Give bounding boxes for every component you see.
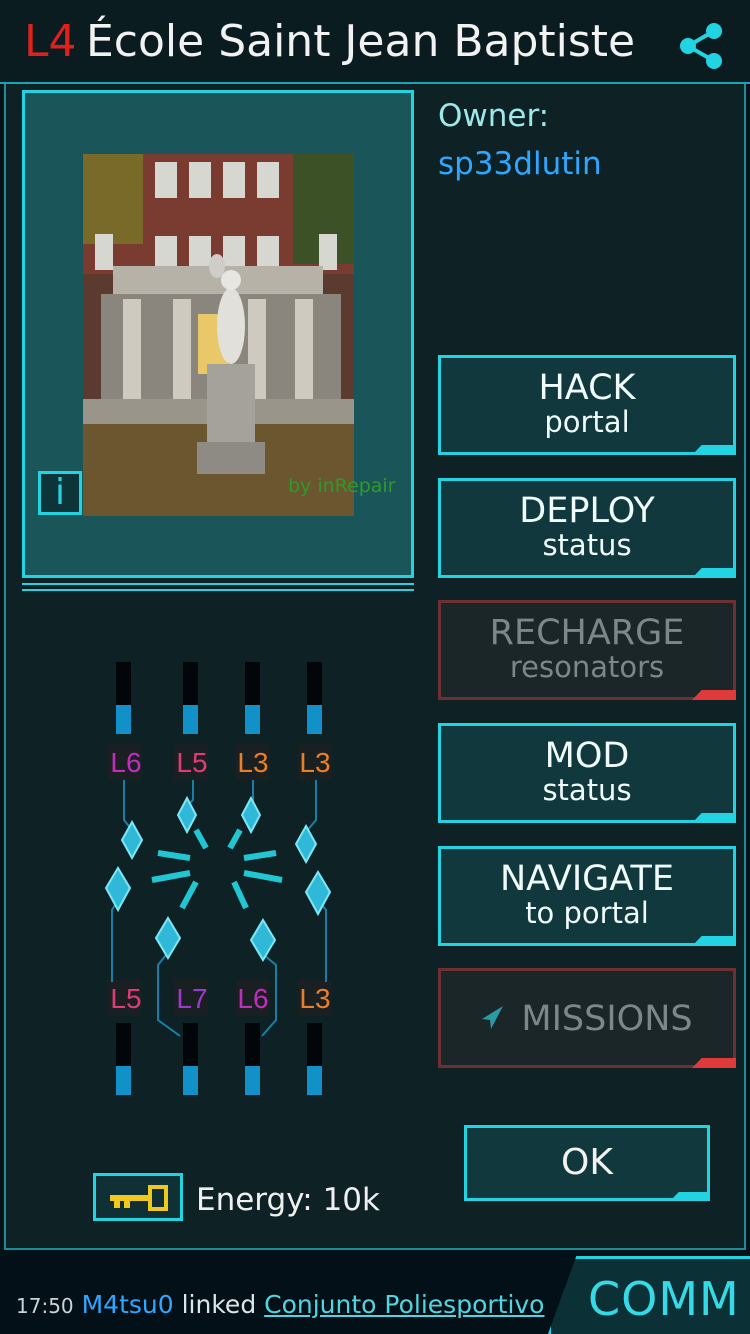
portal-info-button[interactable]: i <box>38 471 82 515</box>
portal-title: École Saint Jean Baptiste <box>86 16 636 67</box>
resonator-bar <box>116 1023 131 1095</box>
comm-place[interactable]: Conjunto Poliesportivo <box>264 1290 544 1319</box>
resonator-level-bottom-3: L6 <box>237 983 268 1014</box>
button-corner-accent <box>692 568 736 578</box>
recharge-resonators-button[interactable]: RECHARGE resonators <box>438 600 736 700</box>
resonator-level-top-3: L3 <box>237 747 268 778</box>
owner-name[interactable]: sp33dlutin <box>438 146 602 182</box>
resonator-bar <box>183 1023 198 1095</box>
resonator-bar <box>183 662 198 734</box>
portal-key-button[interactable] <box>93 1173 183 1221</box>
comm-time: 17:50 <box>16 1294 74 1318</box>
panel-divider <box>22 583 414 585</box>
ok-button[interactable]: OK <box>464 1125 710 1201</box>
owner-label: Owner: <box>438 98 550 134</box>
resonator-level-top-2: L5 <box>176 747 207 778</box>
share-icon[interactable] <box>676 20 728 72</box>
hack-label: HACK <box>538 368 636 408</box>
missions-button[interactable]: MISSIONS <box>438 968 736 1068</box>
resonator-level-bottom-1: L5 <box>110 983 141 1014</box>
resonator-level-top-4: L3 <box>299 747 330 778</box>
resonator-level-bottom-2: L7 <box>176 983 207 1014</box>
deploy-sublabel: status <box>542 528 632 562</box>
resonator-bar <box>307 1023 322 1095</box>
portal-level: L4 <box>24 16 77 67</box>
deploy-label: DEPLOY <box>519 491 655 531</box>
mod-sublabel: status <box>542 773 632 807</box>
resonator-bar <box>116 662 131 734</box>
missions-label: MISSIONS <box>521 999 693 1039</box>
portal-energy: Energy: 10k <box>196 1182 380 1218</box>
deploy-status-button[interactable]: DEPLOY status <box>438 478 736 578</box>
button-corner-accent <box>692 813 736 823</box>
resonator-level-top-1: L6 <box>110 747 141 778</box>
mod-status-button[interactable]: MOD status <box>438 723 736 823</box>
portal-photo[interactable] <box>83 154 354 516</box>
button-corner-accent <box>692 936 736 946</box>
resonator-bar <box>307 662 322 734</box>
recharge-sublabel: resonators <box>509 650 665 684</box>
hack-sublabel: portal <box>544 405 630 439</box>
portal-header: L4 École Saint Jean Baptiste <box>0 0 750 84</box>
comm-tab-label[interactable]: COMM <box>588 1272 740 1326</box>
navigate-label: NAVIGATE <box>500 859 674 899</box>
resonator-bar <box>245 662 260 734</box>
hack-portal-button[interactable]: HACK portal <box>438 355 736 455</box>
navigate-to-portal-button[interactable]: NAVIGATE to portal <box>438 846 736 946</box>
ok-label: OK <box>561 1142 613 1183</box>
comm-message[interactable]: 17:50 M4tsu0 linked Conjunto Poliesporti… <box>16 1290 544 1319</box>
button-corner-accent <box>670 1192 710 1201</box>
button-corner-accent <box>692 445 736 455</box>
navigate-sublabel: to portal <box>525 896 649 930</box>
key-icon <box>110 1185 168 1211</box>
recharge-label: RECHARGE <box>489 613 685 653</box>
mod-label: MOD <box>544 736 630 776</box>
resonator-level-bottom-4: L3 <box>299 983 330 1014</box>
button-corner-accent <box>692 690 736 700</box>
photo-credit: by inRepair <box>288 475 396 497</box>
comm-action: linked <box>181 1290 257 1319</box>
panel-divider <box>22 589 414 591</box>
comm-user[interactable]: M4tsu0 <box>82 1290 174 1319</box>
button-corner-accent <box>692 1058 736 1068</box>
resonator-bar <box>245 1023 260 1095</box>
info-icon: i <box>54 472 65 513</box>
